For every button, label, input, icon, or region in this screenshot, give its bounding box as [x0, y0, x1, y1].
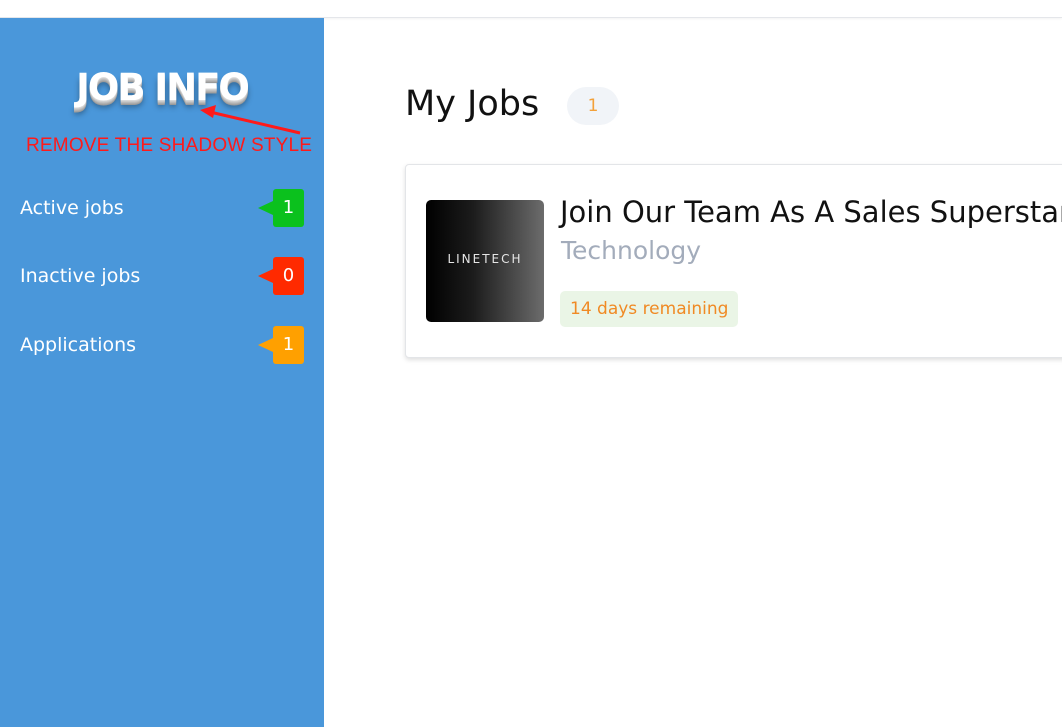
sidebar-item-active-jobs[interactable]: Active jobs 1: [0, 188, 324, 228]
company-logo-text: LINETECH: [447, 252, 523, 266]
days-remaining-badge: 14 days remaining: [560, 291, 739, 327]
count-badge: 0: [258, 257, 304, 295]
company-logo: LINETECH: [426, 200, 544, 322]
sidebar-item-label: Applications: [20, 334, 137, 356]
job-category: Technology: [561, 236, 702, 265]
page-title: My Jobs: [405, 84, 540, 124]
count-badge: 1: [258, 189, 304, 227]
jobs-count-badge: 1: [567, 87, 619, 125]
sidebar-item-label: Active jobs: [20, 197, 124, 219]
sidebar-item-inactive-jobs[interactable]: Inactive jobs 0: [0, 256, 324, 296]
top-bar: [0, 0, 1062, 18]
sidebar-item-label: Inactive jobs: [20, 265, 141, 287]
annotation-text: REMOVE THE SHADOW STYLE: [26, 135, 313, 156]
job-title[interactable]: Join Our Team As A Sales Superstar: [560, 195, 1062, 229]
sidebar-item-applications[interactable]: Applications 1: [0, 325, 324, 365]
count-badge: 1: [258, 326, 304, 364]
job-card[interactable]: LINETECH Join Our Team As A Sales Supers…: [405, 164, 1062, 358]
annotation-arrow-icon: [200, 105, 301, 135]
